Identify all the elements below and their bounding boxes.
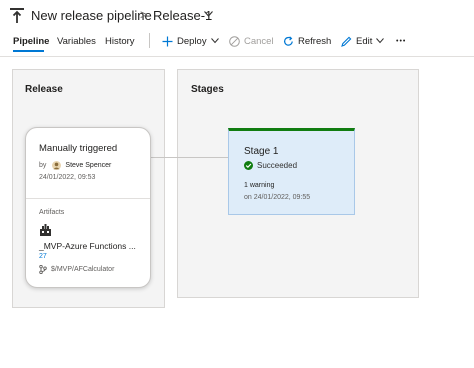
artifact-branch-path: $/MVP/AFCalculator bbox=[51, 266, 115, 273]
header-divider bbox=[0, 56, 474, 57]
edit-button[interactable]: Edit bbox=[341, 33, 385, 49]
triggered-by: by Steve Spencer bbox=[39, 161, 111, 170]
deploy-label: Deploy bbox=[177, 35, 207, 47]
stage-name: Stage 1 bbox=[244, 146, 279, 157]
check-circle-icon bbox=[244, 161, 253, 170]
avatar bbox=[52, 161, 62, 170]
user-name: Steve Spencer bbox=[65, 162, 112, 169]
pipeline-icon bbox=[10, 8, 24, 23]
stages-section-title: Stages bbox=[191, 84, 224, 95]
stage-status-label: Succeeded bbox=[257, 161, 298, 170]
trigger-date: 24/01/2022, 09:53 bbox=[39, 174, 96, 181]
refresh-label: Refresh bbox=[298, 35, 332, 47]
tab-variables[interactable]: Variables bbox=[57, 36, 96, 47]
artifact-branch: $/MVP/AFCalculator bbox=[39, 265, 114, 274]
cancel-button[interactable]: Cancel bbox=[229, 33, 274, 49]
stage-warnings: 1 warning bbox=[244, 182, 275, 189]
edit-label: Edit bbox=[356, 35, 373, 47]
plus-icon bbox=[162, 36, 173, 46]
stage-completed-time: on 24/01/2022, 09:55 bbox=[244, 194, 311, 201]
chevron-down-icon bbox=[376, 38, 385, 44]
stage-status: Succeeded bbox=[244, 161, 297, 170]
stage-card[interactable]: Stage 1 Succeeded 1 warning on 24/01/202… bbox=[228, 128, 355, 215]
card-divider bbox=[26, 198, 150, 199]
deploy-button[interactable]: Deploy bbox=[162, 33, 219, 49]
tab-pipeline[interactable]: Pipeline bbox=[13, 36, 49, 47]
breadcrumb-pipeline[interactable]: New release pipeline bbox=[31, 8, 152, 23]
cancel-icon bbox=[229, 35, 240, 47]
refresh-icon bbox=[284, 35, 293, 46]
toolbar-divider bbox=[149, 33, 150, 48]
more-options-button[interactable]: ••• bbox=[396, 33, 406, 49]
artifact-name: _MVP-Azure Functions ... bbox=[39, 241, 136, 251]
artifacts-label: Artifacts bbox=[39, 209, 65, 216]
trigger-title: Manually triggered bbox=[39, 143, 118, 154]
pencil-icon bbox=[341, 36, 352, 47]
active-tab-indicator bbox=[13, 50, 44, 52]
by-prefix: by bbox=[39, 162, 47, 169]
pipeline-connector bbox=[151, 157, 228, 158]
cancel-label: Cancel bbox=[244, 35, 274, 47]
artifact-version-link[interactable]: 27 bbox=[39, 253, 47, 260]
breadcrumb-separator: > bbox=[140, 7, 148, 22]
chevron-down-icon bbox=[210, 38, 219, 44]
branch-icon bbox=[39, 265, 47, 274]
tab-history[interactable]: History bbox=[105, 36, 135, 47]
build-icon bbox=[40, 224, 51, 236]
release-trigger-card[interactable]: Manually triggered by Steve Spencer 24/0… bbox=[25, 127, 151, 288]
chevron-down-icon[interactable] bbox=[204, 11, 213, 17]
refresh-button[interactable]: Refresh bbox=[283, 33, 331, 49]
release-section-title: Release bbox=[25, 84, 63, 95]
